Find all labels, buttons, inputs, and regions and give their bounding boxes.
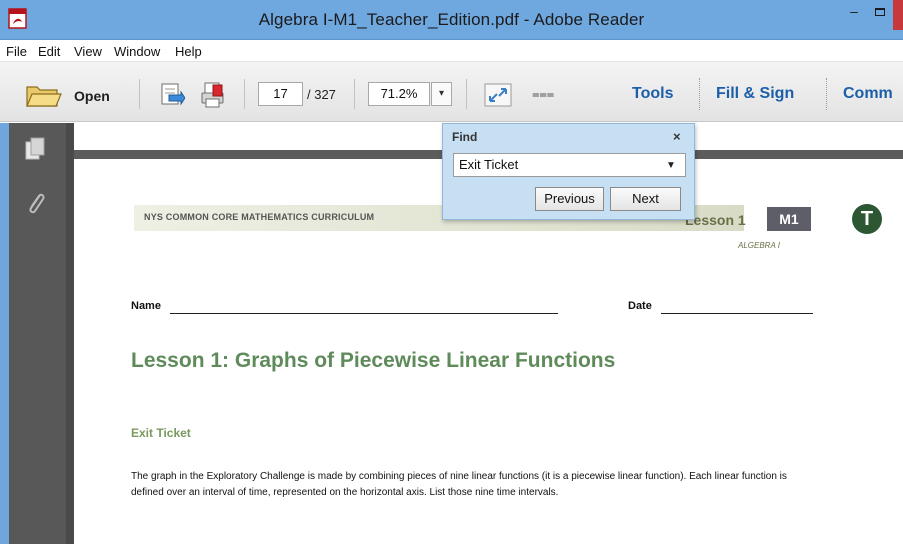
find-panel: Find × Exit Ticket ▼ Previous Next — [442, 123, 695, 220]
exit-ticket-text: The graph in the Exploratory Challenge i… — [131, 471, 787, 498]
menu-help[interactable]: Help — [175, 44, 202, 59]
tab-comment[interactable]: Comm — [843, 85, 893, 103]
page-total: / 327 — [307, 87, 336, 102]
zoom-input[interactable]: 71.2% — [368, 82, 430, 106]
date-label: Date — [628, 300, 652, 312]
menu-edit[interactable]: Edit — [38, 44, 60, 59]
course-tag: ALGEBRA I — [738, 241, 780, 250]
window-title: Algebra I-M1_Teacher_Edition.pdf - Adobe… — [258, 10, 645, 29]
name-line — [170, 313, 558, 314]
panel-splitter[interactable] — [66, 123, 74, 544]
name-label: Name — [131, 300, 161, 312]
find-previous-button[interactable]: Previous — [535, 187, 604, 211]
minimize-button[interactable]: – — [840, 0, 868, 28]
curriculum-header: NYS COMMON CORE MATHEMATICS CURRICULUM — [144, 212, 375, 222]
folder-icon — [26, 86, 62, 107]
tab-fill-sign[interactable]: Fill & Sign — [716, 85, 794, 103]
teacher-edition-logo: T — [852, 204, 882, 234]
close-button[interactable] — [893, 0, 903, 30]
toolbar-separator — [466, 79, 467, 109]
expand-arrows-icon[interactable] — [482, 81, 514, 109]
title-bar: Algebra I-M1_Teacher_Edition.pdf - Adobe… — [0, 0, 903, 40]
menu-file[interactable]: File — [6, 44, 27, 59]
tab-separator — [826, 78, 827, 110]
find-search-input[interactable]: Exit Ticket — [453, 153, 686, 177]
maximize-button[interactable] — [866, 0, 894, 28]
navigation-panel — [0, 123, 74, 544]
menu-window[interactable]: Window — [114, 44, 160, 59]
tab-separator — [699, 78, 700, 110]
toolbar-separator — [354, 79, 355, 109]
toolbar-separator — [139, 79, 140, 109]
print-icon[interactable] — [199, 81, 227, 109]
menu-bar: File Edit View Window Help — [0, 40, 903, 62]
open-button[interactable]: Open — [24, 81, 122, 109]
open-label: Open — [74, 88, 110, 104]
toolbar-separator — [244, 79, 245, 109]
exit-ticket-heading: Exit Ticket — [131, 426, 191, 440]
zoom-dropdown-button[interactable]: ▾ — [431, 82, 452, 106]
maximize-icon — [875, 8, 885, 16]
page-number-input[interactable]: 17 — [258, 82, 303, 106]
find-dropdown-icon[interactable]: ▼ — [666, 160, 676, 171]
module-tag: M1 — [767, 207, 811, 231]
date-line — [661, 313, 813, 314]
find-title: Find — [452, 130, 478, 144]
find-close-icon[interactable]: × — [673, 129, 681, 144]
tab-tools[interactable]: Tools — [632, 85, 673, 103]
window-border — [0, 123, 9, 544]
lesson-title: Lesson 1: Graphs of Piecewise Linear Fun… — [131, 349, 616, 372]
pages-thumbnail-icon[interactable] — [24, 136, 48, 162]
toolbar: Open 17 / 327 71.2% ▾ ⩶ Tools Fill & Sig… — [0, 62, 903, 122]
paperclip-icon[interactable] — [24, 189, 48, 217]
save-download-icon[interactable] — [159, 82, 185, 108]
navigation-pane — [9, 123, 66, 544]
menu-view[interactable]: View — [74, 44, 102, 59]
toolbar-more-button[interactable]: ⩶ — [532, 86, 554, 102]
find-next-button[interactable]: Next — [610, 187, 681, 211]
